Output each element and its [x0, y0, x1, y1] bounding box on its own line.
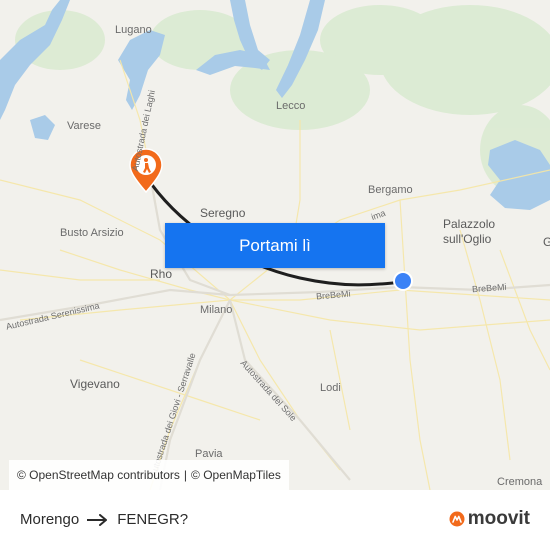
place-bergamo: Bergamo [368, 184, 413, 196]
map[interactable]: Lugano Varese Lecco Bergamo Palazzolo su… [0, 0, 550, 490]
place-rho: Rho [150, 267, 173, 281]
place-busto-arsizio: Busto Arsizio [60, 227, 124, 239]
take-me-there-button[interactable]: Portami lì [165, 223, 385, 268]
place-lugano: Lugano [115, 24, 152, 36]
moovit-logo-text: moovit [467, 508, 530, 529]
place-seregno: Seregno [200, 206, 246, 220]
attribution-separator: | [183, 468, 188, 482]
place-cremona: Cremona [497, 476, 543, 488]
place-lecco: Lecco [276, 100, 306, 112]
arrow-right-icon [87, 513, 109, 526]
place-pavia: Pavia [195, 448, 223, 460]
place-varese: Varese [67, 120, 102, 132]
place-lodi: Lodi [320, 382, 341, 394]
origin-label: Morengo [20, 511, 80, 528]
osm-attribution-link[interactable]: © OpenStreetMap contributors [17, 468, 180, 482]
openmaptiles-attribution-link[interactable]: © OpenMapTiles [191, 468, 281, 482]
place-vigevano: Vigevano [70, 377, 120, 391]
place-edge: G [543, 235, 550, 249]
origin-marker [395, 273, 411, 289]
route-summary: Morengo FENEGR? [20, 511, 188, 528]
map-attribution: © OpenStreetMap contributors | © OpenMap… [9, 460, 289, 490]
moovit-logo-icon [449, 511, 465, 527]
destination-label: FENEGR? [117, 511, 189, 528]
place-milano: Milano [200, 304, 233, 316]
place-palazzolo: Palazzolo sull'Oglio [443, 217, 496, 246]
moovit-logo[interactable]: moovit [449, 508, 530, 530]
